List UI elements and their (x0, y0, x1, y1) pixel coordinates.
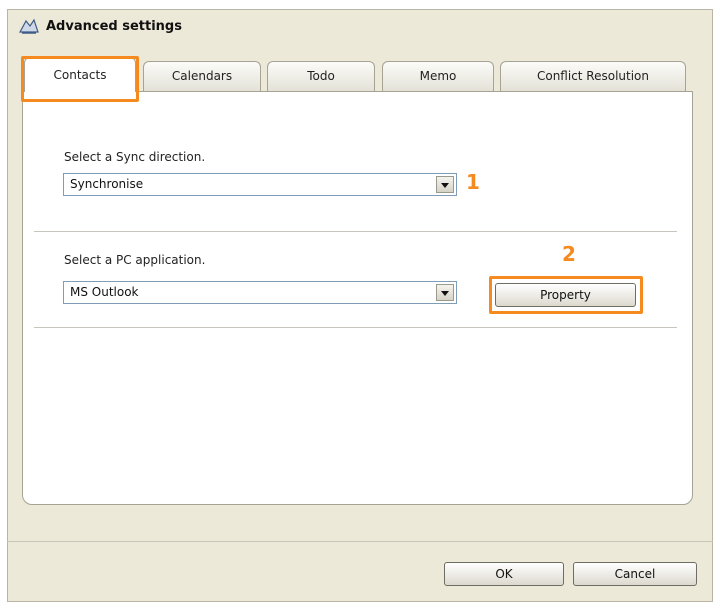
sync-app-icon (18, 18, 39, 34)
sync-direction-label: Select a Sync direction. (64, 150, 206, 164)
tab-memo[interactable]: Memo (382, 61, 494, 91)
dropdown-arrow-icon[interactable] (436, 176, 454, 193)
footer-separator (7, 541, 713, 542)
pc-application-label: Select a PC application. (64, 253, 206, 267)
property-button[interactable]: Property (495, 283, 636, 307)
sync-direction-value: Synchronise (70, 177, 144, 191)
ok-button[interactable]: OK (444, 562, 564, 586)
tab-conflict-resolution[interactable]: Conflict Resolution (500, 61, 686, 91)
dropdown-arrow-icon[interactable] (436, 284, 454, 301)
pc-application-value: MS Outlook (70, 285, 139, 299)
window-title: Advanced settings (46, 19, 182, 34)
tab-contacts[interactable]: Contacts (24, 57, 136, 92)
sync-direction-select[interactable]: Synchronise (63, 173, 457, 196)
tab-todo[interactable]: Todo (267, 61, 375, 91)
section-divider (34, 231, 677, 235)
title-bar: Advanced settings (8, 10, 712, 44)
section-divider (34, 327, 677, 331)
tab-calendars[interactable]: Calendars (143, 61, 261, 91)
cancel-button[interactable]: Cancel (573, 562, 697, 586)
tab-strip: Contacts Calendars Todo Memo Conflict Re… (22, 57, 692, 92)
callout-2: 2 (562, 242, 576, 266)
pc-application-select[interactable]: MS Outlook (63, 281, 457, 304)
callout-1: 1 (466, 170, 480, 194)
